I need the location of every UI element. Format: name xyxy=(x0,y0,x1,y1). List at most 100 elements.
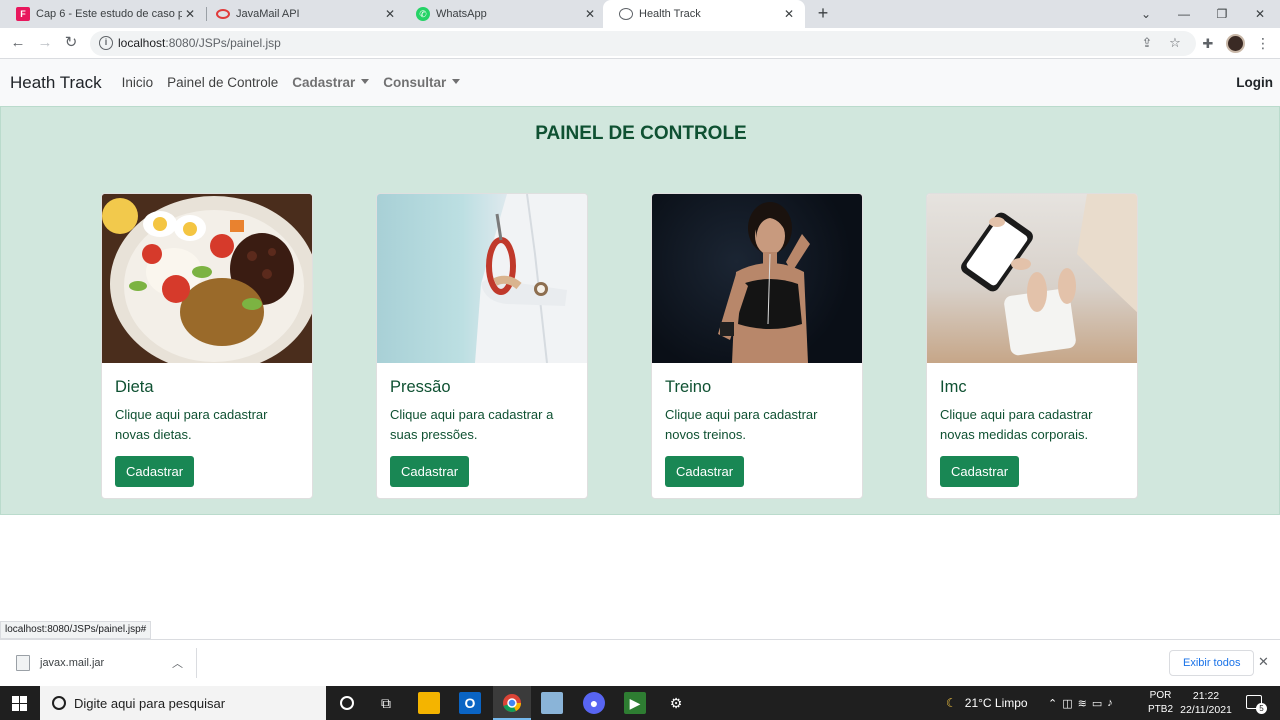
task-view-icon[interactable]: ⧉ xyxy=(375,692,397,714)
jar-file-icon xyxy=(16,655,30,671)
whatsapp-icon: ✆ xyxy=(416,7,430,21)
chevron-up-icon[interactable]: ︿ xyxy=(172,655,183,671)
outlook-icon[interactable]: O xyxy=(459,692,481,714)
restore-icon[interactable]: ❐ xyxy=(1203,0,1241,28)
close-window-icon[interactable]: ✕ xyxy=(1241,0,1279,28)
link-status-bubble: localhost:8080/JSPs/painel.jsp# xyxy=(0,621,152,639)
close-tab-icon[interactable]: ✕ xyxy=(182,7,198,21)
close-tab-icon[interactable]: ✕ xyxy=(382,7,398,21)
search-placeholder: Digite aqui para pesquisar xyxy=(74,695,226,711)
taskbar-clock[interactable]: 21:22 22/11/2021 xyxy=(1176,689,1236,717)
card-text: Clique aqui para cadastrar a suas pressõ… xyxy=(390,407,554,442)
media-app-icon[interactable]: ▶ xyxy=(624,692,646,714)
settings-gear-icon[interactable]: ⚙ xyxy=(665,692,687,714)
download-shelf: javax.mail.jar ︿ Exibir todos ✕ xyxy=(0,639,1280,686)
chrome-icon[interactable] xyxy=(501,692,523,714)
show-all-downloads-button[interactable]: Exibir todos xyxy=(1169,650,1255,676)
card-title: Treino xyxy=(665,378,712,396)
forward-arrow-icon[interactable]: → xyxy=(36,34,54,52)
cadastrar-imc-button[interactable]: Cadastrar xyxy=(940,456,1020,487)
woman-workout-image xyxy=(652,194,862,363)
battery-icon[interactable]: ▭ xyxy=(1092,697,1107,710)
download-item[interactable]: javax.mail.jar xyxy=(16,655,104,671)
windows-start-icon[interactable] xyxy=(12,696,27,711)
search-icon xyxy=(52,696,66,710)
moon-icon: ☾ xyxy=(946,696,957,710)
card-dieta: Dieta Clique aqui para cadastrar novas d… xyxy=(101,193,313,499)
nav-link-inicio[interactable]: Inicio xyxy=(122,75,154,90)
panel-title: PAINEL DE CONTROLE xyxy=(535,123,747,144)
minimize-icon[interactable]: — xyxy=(1165,0,1203,28)
site-info-icon[interactable]: i xyxy=(99,36,113,50)
taskbar-search-box[interactable]: Digite aqui para pesquisar xyxy=(40,686,326,720)
card-pressao: Pressão Clique aqui para cadastrar a sua… xyxy=(376,193,588,499)
profile-avatar[interactable] xyxy=(1226,34,1245,53)
nav-link-painel[interactable]: Painel de Controle xyxy=(167,75,278,90)
wifi-icon[interactable]: ≋ xyxy=(1078,697,1092,710)
tab-cap6[interactable]: F Cap 6 - Este estudo de caso pode ✕ xyxy=(0,0,206,28)
card-text: Clique aqui para cadastrar novas medidas… xyxy=(940,407,1093,442)
new-tab-icon[interactable]: + xyxy=(814,4,832,22)
address-bar[interactable]: i localhost:8080/JSPs/painel.jsp ⇪ ☆ xyxy=(90,31,1196,56)
weather-text: 21°C Limpo xyxy=(964,696,1028,710)
login-link[interactable]: Login xyxy=(1236,75,1273,90)
weather-widget[interactable]: ☾ 21°C Limpo xyxy=(946,686,1028,720)
cadastrar-treino-button[interactable]: Cadastrar xyxy=(665,456,745,487)
card-text: Clique aqui para cadastrar novas dietas. xyxy=(115,407,268,442)
tab-title: JavaMail API xyxy=(236,8,300,20)
tray-chevron-icon[interactable]: ⌃ xyxy=(1048,697,1062,710)
notes-app-icon[interactable] xyxy=(541,692,563,714)
close-tab-icon[interactable]: ✕ xyxy=(582,7,598,21)
tab-whatsapp[interactable]: ✆ WhatsApp ✕ xyxy=(400,0,606,28)
close-tab-icon[interactable]: ✕ xyxy=(781,7,797,21)
card-imc: Imc Clique aqui para cadastrar novas med… xyxy=(926,193,1138,499)
tab-search-chevron-icon[interactable]: ⌄ xyxy=(1127,0,1165,28)
browser-menu-icon[interactable]: ⋮ xyxy=(1256,35,1270,52)
navbar-brand[interactable]: Heath Track xyxy=(10,73,102,93)
share-icon[interactable]: ⇪ xyxy=(1139,35,1155,51)
notification-count: 5 xyxy=(1256,703,1267,714)
food-plate-image xyxy=(102,194,312,363)
volume-icon[interactable]: ♪ xyxy=(1107,697,1118,709)
card-title: Dieta xyxy=(115,378,154,396)
oracle-icon xyxy=(216,9,230,19)
bookmark-star-icon[interactable]: ☆ xyxy=(1167,35,1183,51)
system-tray-icons[interactable]: ⌃ ◫ ≋ ▭ ♪ xyxy=(1048,686,1118,720)
meet-icon[interactable]: ◫ xyxy=(1062,697,1077,710)
fiap-icon: F xyxy=(16,7,30,21)
reload-icon[interactable]: ↻ xyxy=(62,34,80,52)
notification-center-icon[interactable]: 5 xyxy=(1246,695,1267,714)
clock-date: 22/11/2021 xyxy=(1180,704,1232,716)
card-title: Imc xyxy=(940,378,967,396)
nav-dropdown-cadastrar[interactable]: Cadastrar xyxy=(292,75,369,90)
tab-health-track[interactable]: Health Track ✕ xyxy=(603,0,805,28)
shelf-divider xyxy=(196,648,197,678)
url-host: localhost xyxy=(118,36,166,50)
control-panel: PAINEL DE CONTROLE Dieta Clique aqui par… xyxy=(0,106,1280,515)
input-language[interactable]: POR PTB2 xyxy=(1148,689,1173,717)
back-arrow-icon[interactable]: ← xyxy=(9,34,27,52)
windows-taskbar: Digite aqui para pesquisar ⧉ O ● ▶ ⚙ ☾ 2… xyxy=(0,686,1280,720)
card-treino: Treino Clique aqui para cadastrar novos … xyxy=(651,193,863,499)
web-page: Heath Track Inicio Painel de Controle Ca… xyxy=(0,59,1280,639)
cadastrar-dieta-button[interactable]: Cadastrar xyxy=(115,456,195,487)
file-explorer-icon[interactable] xyxy=(418,692,440,714)
browser-tab-strip: F Cap 6 - Este estudo de caso pode ✕ Jav… xyxy=(0,0,1280,28)
url-path: :8080/JSPs/painel.jsp xyxy=(165,36,281,50)
cortana-icon[interactable] xyxy=(336,692,358,714)
doctor-stethoscope-image xyxy=(377,194,587,363)
tab-javamail[interactable]: JavaMail API ✕ xyxy=(200,0,406,28)
browser-toolbar: ← → ↻ i localhost:8080/JSPs/painel.jsp ⇪… xyxy=(0,28,1280,59)
nav-dropdown-consultar[interactable]: Consultar xyxy=(383,75,460,90)
download-filename: javax.mail.jar xyxy=(40,657,105,669)
tab-title: Cap 6 - Este estudo de caso pode xyxy=(36,8,182,20)
scale-phone-image xyxy=(927,194,1137,363)
url-text[interactable]: localhost:8080/JSPs/painel.jsp xyxy=(118,36,281,50)
cadastrar-pressao-button[interactable]: Cadastrar xyxy=(390,456,470,487)
close-shelf-icon[interactable]: ✕ xyxy=(1258,654,1269,670)
keyboard-layout: PTB2 xyxy=(1148,704,1174,715)
tab-title: Health Track xyxy=(639,8,701,20)
card-title: Pressão xyxy=(390,378,451,396)
extensions-puzzle-icon[interactable]: ✚ xyxy=(1200,36,1216,52)
discord-icon[interactable]: ● xyxy=(583,692,605,714)
